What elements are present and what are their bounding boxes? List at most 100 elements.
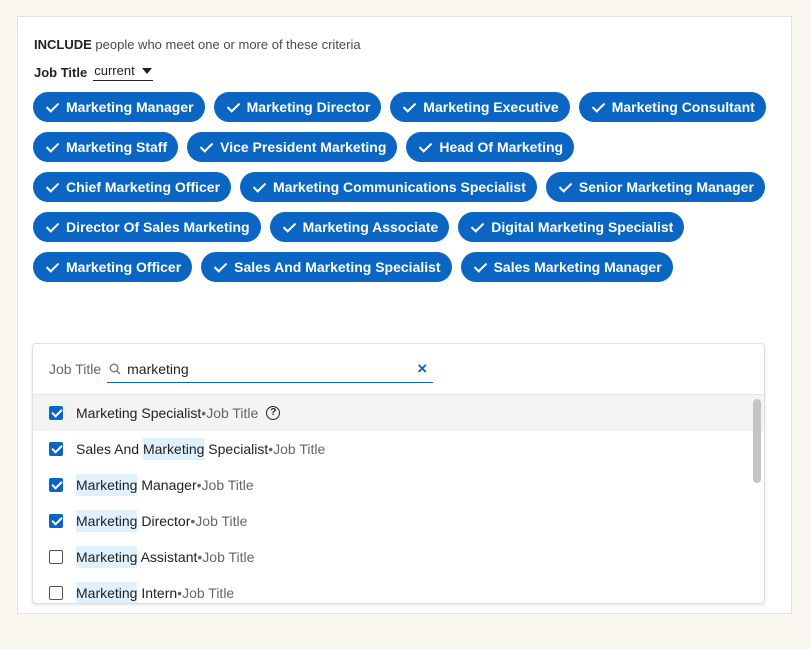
result-label: Marketing Director bbox=[76, 510, 191, 532]
job-title-chip[interactable]: Marketing Associate bbox=[269, 212, 450, 242]
job-title-chip[interactable]: Marketing Communications Specialist bbox=[240, 172, 537, 202]
result-match-highlight: Marketing bbox=[142, 438, 205, 460]
chip-label: Marketing Staff bbox=[66, 139, 168, 155]
job-title-filter-row: Job Title current bbox=[34, 63, 153, 81]
check-icon bbox=[199, 138, 214, 153]
result-checkbox[interactable] bbox=[49, 406, 63, 420]
result-label-post: Manager bbox=[137, 477, 197, 493]
result-item[interactable]: Sales And Marketing Specialist • Job Tit… bbox=[33, 431, 764, 467]
check-icon bbox=[419, 138, 433, 153]
chip-label: Vice President Marketing bbox=[220, 139, 387, 155]
result-item[interactable]: Marketing Intern • Job Title bbox=[33, 575, 764, 603]
result-label: Marketing Intern bbox=[76, 582, 178, 603]
result-label-pre: Sales And bbox=[76, 441, 143, 457]
job-title-chip[interactable]: Marketing Staff bbox=[33, 132, 179, 162]
filter-panel: INCLUDE people who meet one or more of t… bbox=[17, 16, 792, 614]
result-checkbox[interactable] bbox=[49, 514, 63, 528]
result-label: Marketing Manager bbox=[76, 474, 197, 496]
result-label-post: Assistant bbox=[137, 549, 198, 565]
result-item[interactable]: Marketing Assistant • Job Title bbox=[33, 539, 764, 575]
check-icon bbox=[45, 258, 60, 273]
include-heading: INCLUDE people who meet one or more of t… bbox=[34, 37, 361, 52]
result-label: Marketing Assistant bbox=[76, 546, 198, 568]
check-icon bbox=[45, 138, 60, 153]
chip-label: Marketing Consultant bbox=[611, 99, 755, 115]
scrollbar[interactable] bbox=[753, 399, 761, 483]
chip-label: Head Of Marketing bbox=[439, 139, 564, 155]
result-label: Sales And Marketing Specialist bbox=[76, 438, 269, 460]
result-label-post: Marketing Specialist bbox=[76, 405, 202, 421]
result-label: Marketing Specialist bbox=[76, 405, 201, 421]
chip-label: Sales And Marketing Specialist bbox=[234, 259, 441, 275]
result-type: Job Title bbox=[202, 549, 255, 565]
job-title-chip[interactable]: Marketing Executive bbox=[390, 92, 570, 122]
search-icon bbox=[109, 363, 121, 374]
result-type: Job Title bbox=[273, 441, 326, 457]
scope-dropdown[interactable]: current bbox=[93, 63, 153, 81]
help-icon[interactable]: ? bbox=[266, 406, 281, 420]
job-title-label: Job Title bbox=[34, 64, 88, 80]
result-type: Job Title bbox=[201, 477, 254, 493]
job-title-chip[interactable]: Director Of Sales Marketing bbox=[33, 212, 261, 242]
search-input[interactable] bbox=[127, 360, 378, 377]
job-title-chip[interactable]: Senior Marketing Manager bbox=[545, 172, 765, 202]
job-title-chip[interactable]: Chief Marketing Officer bbox=[33, 172, 232, 202]
check-icon bbox=[558, 178, 573, 193]
scope-value: current bbox=[94, 63, 135, 78]
result-checkbox[interactable] bbox=[49, 478, 63, 492]
check-icon bbox=[473, 258, 487, 273]
result-checkbox[interactable] bbox=[49, 550, 63, 564]
job-title-chip[interactable]: Marketing Consultant bbox=[578, 92, 766, 122]
caret-down-icon bbox=[141, 67, 152, 74]
check-icon bbox=[252, 178, 267, 193]
check-icon bbox=[226, 98, 240, 113]
chip-label: Chief Marketing Officer bbox=[66, 179, 221, 195]
job-title-chip[interactable]: Sales And Marketing Specialist bbox=[201, 252, 452, 282]
check-icon bbox=[45, 98, 60, 113]
job-title-chip[interactable]: Marketing Officer bbox=[33, 252, 193, 282]
chip-label: Director Of Sales Marketing bbox=[66, 219, 250, 235]
chip-label: Marketing Officer bbox=[66, 259, 182, 275]
chip-label: Marketing Associate bbox=[302, 219, 439, 235]
result-type: Job Title bbox=[206, 405, 259, 421]
check-icon bbox=[213, 258, 228, 273]
result-match-highlight: Marketing bbox=[76, 510, 138, 532]
check-icon bbox=[591, 98, 605, 113]
chip-label: Marketing Executive bbox=[423, 99, 559, 115]
search-label: Job Title bbox=[49, 361, 102, 377]
result-item[interactable]: Marketing Specialist • Job Title? bbox=[33, 395, 764, 431]
job-title-chip[interactable]: Marketing Manager bbox=[33, 92, 205, 122]
search-row: Job Title × bbox=[33, 344, 764, 395]
job-title-chip[interactable]: Marketing Director bbox=[213, 92, 382, 122]
job-title-chip[interactable]: Digital Marketing Specialist bbox=[458, 212, 685, 242]
job-title-chip[interactable]: Head Of Marketing bbox=[406, 132, 575, 162]
result-type: Job Title bbox=[195, 513, 248, 529]
selected-job-titles: Marketing Manager Marketing Director Marke… bbox=[33, 92, 773, 282]
close-icon[interactable]: × bbox=[417, 360, 427, 377]
result-label-post: Intern bbox=[137, 585, 178, 601]
include-description: people who meet one or more of these cri… bbox=[95, 37, 361, 52]
result-match-highlight: Marketing bbox=[76, 474, 138, 496]
result-checkbox[interactable] bbox=[49, 586, 63, 600]
search-box: × bbox=[107, 356, 434, 383]
job-title-chip[interactable]: Sales Marketing Manager bbox=[460, 252, 673, 282]
check-icon bbox=[45, 218, 60, 233]
result-label-post: Director bbox=[137, 513, 191, 529]
results-list: Marketing Specialist • Job Title? Sales A… bbox=[33, 395, 764, 603]
check-icon bbox=[471, 218, 485, 233]
result-checkbox[interactable] bbox=[49, 442, 63, 456]
result-match-highlight: Marketing bbox=[76, 546, 138, 568]
result-match-highlight: Marketing bbox=[76, 582, 138, 603]
chip-label: Marketing Director bbox=[246, 99, 371, 115]
result-type: Job Title bbox=[182, 585, 235, 601]
result-item[interactable]: Marketing Manager • Job Title bbox=[33, 467, 764, 503]
check-icon bbox=[403, 98, 417, 113]
result-item[interactable]: Marketing Director • Job Title bbox=[33, 503, 764, 539]
result-label-post: Specialist bbox=[204, 441, 269, 457]
chip-label: Marketing Manager bbox=[66, 99, 194, 115]
job-title-chip[interactable]: Vice President Marketing bbox=[187, 132, 398, 162]
chip-label: Marketing Communications Specialist bbox=[273, 179, 526, 195]
check-icon bbox=[45, 178, 60, 193]
check-icon bbox=[282, 218, 296, 233]
job-title-typeahead: Job Title × Marketing Specialist • Job T… bbox=[32, 343, 765, 604]
